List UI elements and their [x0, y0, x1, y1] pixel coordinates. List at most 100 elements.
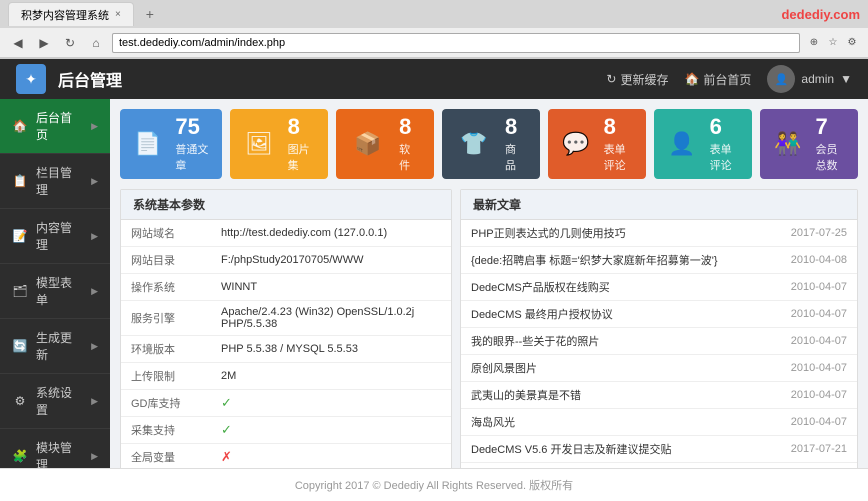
- stat-label-1: 图片集: [288, 141, 315, 173]
- sys-val-2: WINNT: [211, 274, 451, 301]
- tab-bar: 积梦内容管理系统 × + dedediy.com: [0, 0, 868, 28]
- article-date-1: 2010-04-08: [791, 254, 847, 266]
- sidebar-icon-0: 🏠: [12, 118, 28, 134]
- article-row-4[interactable]: 我的眼界--些关于花的照片 2010-04-07: [461, 328, 857, 355]
- sys-key-7: 采集支持: [121, 417, 211, 444]
- article-row-6[interactable]: 武夷山的美景真是不错 2010-04-07: [461, 382, 857, 409]
- sys-val-3: Apache/2.4.23 (Win32) OpenSSL/1.0.2j PHP…: [211, 301, 451, 336]
- username-label: admin: [801, 72, 834, 86]
- article-row-3[interactable]: DedeCMS 最终用户授权协议 2010-04-07: [461, 301, 857, 328]
- sidebar-arrow-5: ▶: [91, 396, 98, 407]
- header-logo: 后台管理: [58, 67, 122, 91]
- forward-button[interactable]: ▶: [34, 33, 54, 53]
- browser-chrome: 积梦内容管理系统 × + dedediy.com ◀ ▶ ↻ ⌂ ⊕ ☆ ⚙: [0, 0, 868, 59]
- stats-row: 📄 75 普通文章 🖼 8 图片集 📦 8 软件 👕 8 商品 💬 8 表单评论…: [120, 109, 858, 179]
- stat-num-3: 8: [505, 116, 526, 138]
- sys-val-4: PHP 5.5.38 / MYSQL 5.5.53: [211, 336, 451, 363]
- sidebar-item-栏目管理[interactable]: 📋 栏目管理 ▶: [0, 154, 110, 209]
- sidebar-item-模型表单[interactable]: 🗂 模型表单 ▶: [0, 264, 110, 319]
- stat-num-0: 75: [175, 116, 208, 138]
- sidebar-icon-4: 🔄: [12, 338, 28, 354]
- article-title-3: DedeCMS 最终用户授权协议: [471, 306, 783, 322]
- stat-info-0: 75 普通文章: [175, 116, 208, 173]
- stat-card-3[interactable]: 👕 8 商品: [442, 109, 540, 179]
- update-cache-button[interactable]: ↻ 更新缓存: [606, 71, 668, 88]
- article-title-1: {dede:招聘启事 标题='织梦大家庭新年招募第一波'}: [471, 252, 783, 268]
- article-date-7: 2010-04-07: [791, 416, 847, 428]
- check-mark: ✓: [221, 395, 232, 410]
- browser-tab[interactable]: 积梦内容管理系统 ×: [8, 2, 134, 26]
- sys-row-8: 全局变量 ✗: [121, 444, 451, 469]
- article-title-5: 原创风景图片: [471, 360, 783, 376]
- sys-val-5: 2M: [211, 363, 451, 390]
- user-dropdown-icon[interactable]: ▼: [840, 72, 852, 86]
- article-date-8: 2017-07-21: [791, 443, 847, 455]
- stat-label-3: 商品: [505, 141, 526, 173]
- main-content: 📄 75 普通文章 🖼 8 图片集 📦 8 软件 👕 8 商品 💬 8 表单评论…: [110, 99, 868, 468]
- back-button[interactable]: ◀: [8, 33, 28, 53]
- stat-card-5[interactable]: 👤 6 表单评论: [654, 109, 752, 179]
- article-row-2[interactable]: DedeCMS产品版权在线购买 2010-04-07: [461, 274, 857, 301]
- sidebar-icon-2: 📝: [12, 228, 28, 244]
- stat-info-2: 8 软件: [399, 116, 420, 173]
- stat-card-6[interactable]: 👫 7 会员总数: [760, 109, 858, 179]
- sidebar-label-6: 模块管理: [36, 439, 83, 468]
- stat-info-5: 6 表单评论: [710, 116, 739, 173]
- article-row-8[interactable]: DedeCMS V5.6 开发日志及新建议提交贴 2017-07-21: [461, 436, 857, 463]
- stat-num-6: 7: [816, 116, 845, 138]
- stat-label-6: 会员总数: [816, 141, 845, 173]
- info-panels: 系统基本参数 网站域名 http://test.dedediy.com (127…: [120, 189, 858, 468]
- article-row-5[interactable]: 原创风景图片 2010-04-07: [461, 355, 857, 382]
- sidebar-arrow-0: ▶: [91, 121, 98, 132]
- user-info: 👤 admin ▼: [767, 65, 852, 93]
- article-date-6: 2010-04-07: [791, 389, 847, 401]
- sidebar-item-模块管理[interactable]: 🧩 模块管理 ▶: [0, 429, 110, 468]
- system-params-table: 网站域名 http://test.dedediy.com (127.0.0.1)…: [121, 220, 451, 468]
- sidebar-item-系统设置[interactable]: ⚙ 系统设置 ▶: [0, 374, 110, 429]
- article-row-7[interactable]: 海岛风光 2010-04-07: [461, 409, 857, 436]
- refresh-button[interactable]: ↻: [60, 33, 80, 53]
- sidebar-item-后台首页[interactable]: 🏠 后台首页 ▶: [0, 99, 110, 154]
- latest-articles-panel: 最新文章 PHP正则表达式的几则使用技巧 2017-07-25 {dede:招聘…: [460, 189, 858, 468]
- stat-card-1[interactable]: 🖼 8 图片集: [230, 109, 328, 179]
- sidebar-arrow-6: ▶: [91, 451, 98, 462]
- article-row-0[interactable]: PHP正则表达式的几则使用技巧 2017-07-25: [461, 220, 857, 247]
- stat-info-4: 8 表单评论: [604, 116, 633, 173]
- sidebar-item-生成更新[interactable]: 🔄 生成更新 ▶: [0, 319, 110, 374]
- sidebar-icon-6: 🧩: [12, 448, 28, 464]
- stat-card-4[interactable]: 💬 8 表单评论: [548, 109, 646, 179]
- app-container: ✦ 后台管理 ↻ 更新缓存 🏠 前台首页 👤 admin ▼ 🏠: [0, 59, 868, 501]
- star-icon[interactable]: ☆: [825, 35, 841, 51]
- article-row-1[interactable]: {dede:招聘启事 标题='织梦大家庭新年招募第一波'} 2010-04-08: [461, 247, 857, 274]
- address-bar: ◀ ▶ ↻ ⌂ ⊕ ☆ ⚙: [0, 28, 868, 58]
- stat-num-4: 8: [604, 116, 633, 138]
- site-logo: dedediy.com: [781, 7, 860, 22]
- articles-list: PHP正则表达式的几则使用技巧 2017-07-25 {dede:招聘启事 标题…: [461, 220, 857, 468]
- article-title-8: DedeCMS V5.6 开发日志及新建议提交贴: [471, 441, 783, 457]
- address-input[interactable]: [112, 33, 800, 53]
- sys-key-3: 服务引擎: [121, 301, 211, 336]
- home-link-icon: 🏠: [684, 72, 699, 86]
- sidebar-label-1: 栏目管理: [36, 164, 83, 198]
- front-page-button[interactable]: 🏠 前台首页: [684, 71, 751, 88]
- user-avatar: 👤: [767, 65, 795, 93]
- sys-val-0: http://test.dedediy.com (127.0.0.1): [211, 220, 451, 247]
- sys-key-6: GD库支持: [121, 390, 211, 417]
- new-tab-button[interactable]: +: [138, 2, 162, 26]
- stat-icon-4: 💬: [562, 126, 589, 162]
- cross-mark: ✗: [221, 449, 232, 464]
- stat-card-2[interactable]: 📦 8 软件: [336, 109, 434, 179]
- tools-icon[interactable]: ⚙: [844, 35, 860, 51]
- sys-row-6: GD库支持 ✓: [121, 390, 451, 417]
- stat-icon-5: 👤: [668, 126, 695, 162]
- stat-card-0[interactable]: 📄 75 普通文章: [120, 109, 222, 179]
- home-button[interactable]: ⌂: [86, 33, 106, 53]
- rss-icon[interactable]: ⊕: [806, 35, 822, 51]
- sys-val-1: F:/phpStudy20170705/WWW: [211, 247, 451, 274]
- sys-row-1: 网站目录 F:/phpStudy20170705/WWW: [121, 247, 451, 274]
- article-date-0: 2017-07-25: [791, 227, 847, 239]
- address-bar-icons: ⊕ ☆ ⚙: [806, 35, 860, 51]
- sidebar-item-内容管理[interactable]: 📝 内容管理 ▶: [0, 209, 110, 264]
- sys-key-4: 环境版本: [121, 336, 211, 363]
- tab-close-button[interactable]: ×: [115, 9, 121, 20]
